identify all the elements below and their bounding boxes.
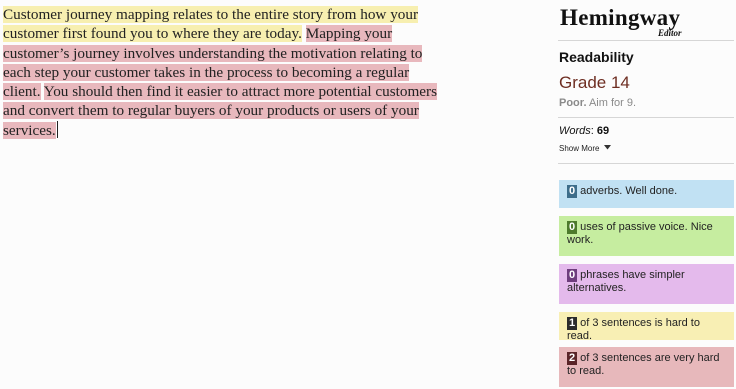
hard-sentences-card[interactable]: 1 of 3 sentences is hard to read.: [559, 312, 734, 342]
phrases-count: 0: [567, 269, 578, 282]
words-label: Words: [559, 125, 591, 137]
readability-heading: Readability: [559, 49, 634, 65]
very-hard-sentence[interactable]: You should then find it easier to attrac…: [3, 83, 438, 139]
aim-text: Aim for 9.: [588, 97, 637, 109]
words-value: 69: [596, 125, 610, 137]
hard-text: of 3 sentences is hard to read.: [567, 317, 700, 342]
logo: Hemingway Editor: [560, 5, 736, 39]
sidebar: Hemingway Editor Readability Grade 14 Po…: [558, 0, 736, 389]
simpler-phrases-card[interactable]: 0 phrases have simpler alternatives.: [559, 264, 734, 304]
grade-level: Grade 14: [559, 73, 630, 92]
text-caret: [56, 120, 58, 138]
divider: [558, 163, 734, 164]
verdict-label: Poor.: [559, 97, 587, 109]
caret-down-icon: [603, 145, 611, 150]
adverbs-card[interactable]: 0 adverbs. Well done.: [559, 180, 734, 208]
word-count: Words: 69: [559, 125, 610, 137]
passive-text: uses of passive voice. Nice work.: [567, 221, 713, 246]
adverbs-count: 0: [567, 185, 578, 198]
readability-verdict: Poor. Aim for 9.: [559, 97, 636, 109]
text-editor[interactable]: Customer journey mapping relates to the …: [0, 0, 440, 389]
phrases-text: phrases have simpler alternatives.: [567, 269, 685, 294]
very-hard-text: of 3 sentences are very hard to read.: [567, 352, 720, 377]
hard-count: 1: [567, 317, 578, 330]
divider: [558, 117, 734, 118]
passive-voice-card[interactable]: 0 uses of passive voice. Nice work.: [559, 216, 734, 256]
logo-subtitle: Editor: [658, 28, 682, 38]
very-hard-sentences-card[interactable]: 2 of 3 sentences are very hard to read.: [559, 347, 734, 387]
show-more-toggle[interactable]: Show More: [559, 144, 611, 153]
passive-count: 0: [567, 221, 578, 234]
adverbs-text: adverbs. Well done.: [580, 185, 678, 197]
show-more-label: Show More: [559, 144, 600, 153]
very-hard-count: 2: [567, 352, 578, 365]
divider: [558, 40, 734, 41]
